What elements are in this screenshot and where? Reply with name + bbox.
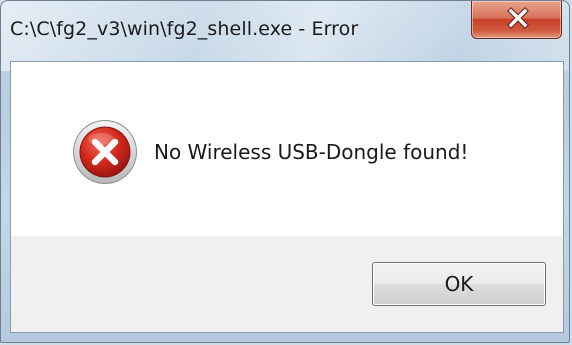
button-bar: OK [11, 236, 563, 332]
close-button[interactable] [471, 1, 562, 39]
title-bar[interactable]: C:\C\fg2_v3\win\fg2_shell.exe - Error [1, 1, 569, 53]
error-message: No Wireless USB-Dongle found! [154, 140, 469, 164]
error-dialog-window: C:\C\fg2_v3\win\fg2_shell.exe - Error No… [0, 0, 570, 343]
window-title: C:\C\fg2_v3\win\fg2_shell.exe - Error [10, 18, 359, 40]
error-icon [73, 120, 137, 184]
dialog-client-area: No Wireless USB-Dongle found! OK [10, 61, 564, 333]
ok-button[interactable]: OK [372, 262, 546, 306]
close-icon [507, 7, 529, 29]
message-area: No Wireless USB-Dongle found! [11, 62, 563, 236]
